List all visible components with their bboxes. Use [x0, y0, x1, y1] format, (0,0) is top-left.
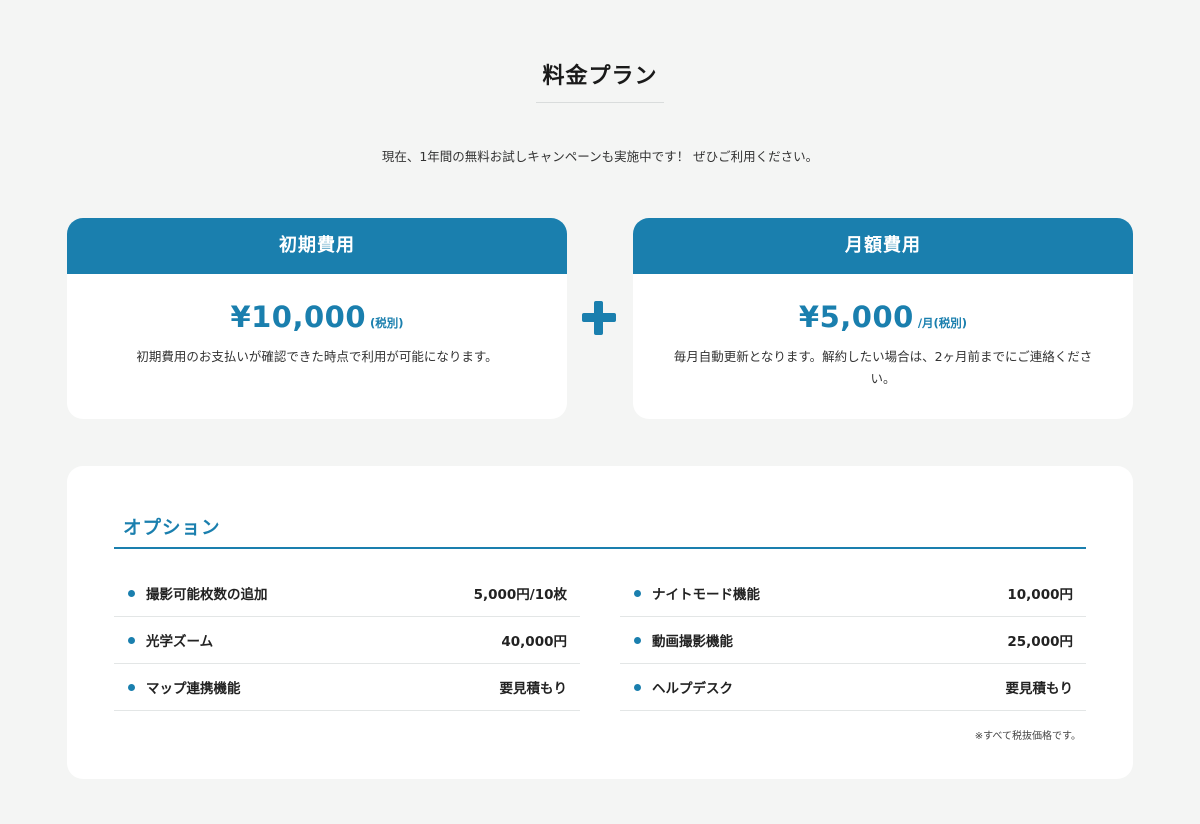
bullet-icon [634, 683, 641, 691]
page-title-wrap: 料金プラン [0, 58, 1200, 103]
option-row: 撮影可能枚数の追加 5,000円/10枚 [114, 570, 580, 617]
option-name-wrap: ヘルプデスク [634, 677, 733, 697]
option-name: 動画撮影機能 [652, 634, 733, 650]
option-name: ナイトモード機能 [652, 587, 760, 603]
initial-fee-amount: ¥10,000 [230, 300, 367, 334]
option-name: 光学ズーム [146, 634, 214, 650]
option-name: 撮影可能枚数の追加 [146, 587, 268, 603]
option-name: ヘルプデスク [652, 681, 733, 697]
monthly-fee-card: 月額費用 ¥5,000/月(税別) 毎月自動更新となります。解約したい場合は、2… [633, 218, 1133, 419]
option-row: 光学ズーム 40,000円 [114, 617, 580, 664]
options-card: オプション 撮影可能枚数の追加 5,000円/10枚 光学ズーム 40,000円… [67, 466, 1133, 779]
initial-fee-card: 初期費用 ¥10,000 (税別) 初期費用のお支払いが確認できた時点で利用が可能… [67, 218, 567, 419]
monthly-fee-heading: 月額費用 [633, 218, 1133, 274]
option-price: 5,000円/10枚 [473, 587, 567, 603]
initial-fee-description: 初期費用のお支払いが確認できた時点で利用が可能になります。 [136, 349, 498, 364]
option-name-wrap: マップ連携機能 [128, 677, 241, 697]
page-title: 料金プラン [536, 58, 664, 103]
campaign-lead-text: 現在、1年間の無料お試しキャンペーンも実施中です！ ぜひご利用ください。 [381, 149, 819, 164]
options-list-right: ナイトモード機能 10,000円 動画撮影機能 25,000円 ヘルプデスク 要… [620, 570, 1086, 711]
option-name-wrap: 撮影可能枚数の追加 [128, 583, 268, 603]
options-list-left: 撮影可能枚数の追加 5,000円/10枚 光学ズーム 40,000円 マップ連携… [114, 570, 580, 711]
option-price: 25,000円 [1007, 634, 1073, 650]
option-name: マップ連携機能 [146, 681, 241, 697]
bullet-icon [634, 636, 641, 644]
option-row: ヘルプデスク 要見積もり [620, 664, 1086, 711]
option-price: 要見積もり [499, 681, 568, 697]
bullet-icon [128, 589, 135, 597]
option-price: 10,000円 [1007, 587, 1073, 603]
monthly-fee-description: 毎月自動更新となります。解約したい場合は、2ヶ月前までにご連絡ください。 [673, 349, 1093, 386]
initial-fee-unit: (税別) [370, 316, 404, 330]
monthly-fee-unit: /月(税別) [917, 316, 968, 330]
option-name-wrap: 動画撮影機能 [634, 630, 733, 650]
option-name-wrap: ナイトモード機能 [634, 583, 760, 603]
tax-footnote: ※すべて税抜価格です。 [974, 731, 1081, 742]
initial-fee-price: ¥10,000 (税別) [67, 300, 567, 334]
initial-fee-heading: 初期費用 [67, 218, 567, 274]
monthly-fee-amount: ¥5,000 [798, 300, 914, 334]
options-heading: オプション [114, 514, 1086, 549]
option-name-wrap: 光学ズーム [128, 630, 213, 650]
monthly-fee-price: ¥5,000/月(税別) [633, 300, 1133, 334]
option-price: 要見積もり [1005, 681, 1074, 697]
option-row: ナイトモード機能 10,000円 [620, 570, 1086, 617]
option-row: 動画撮影機能 25,000円 [620, 617, 1086, 664]
bullet-icon [128, 683, 135, 691]
option-price: 40,000円 [501, 634, 567, 650]
option-row: マップ連携機能 要見積もり [114, 664, 580, 711]
bullet-icon [634, 589, 641, 597]
plus-icon [582, 301, 616, 335]
bullet-icon [128, 636, 135, 644]
